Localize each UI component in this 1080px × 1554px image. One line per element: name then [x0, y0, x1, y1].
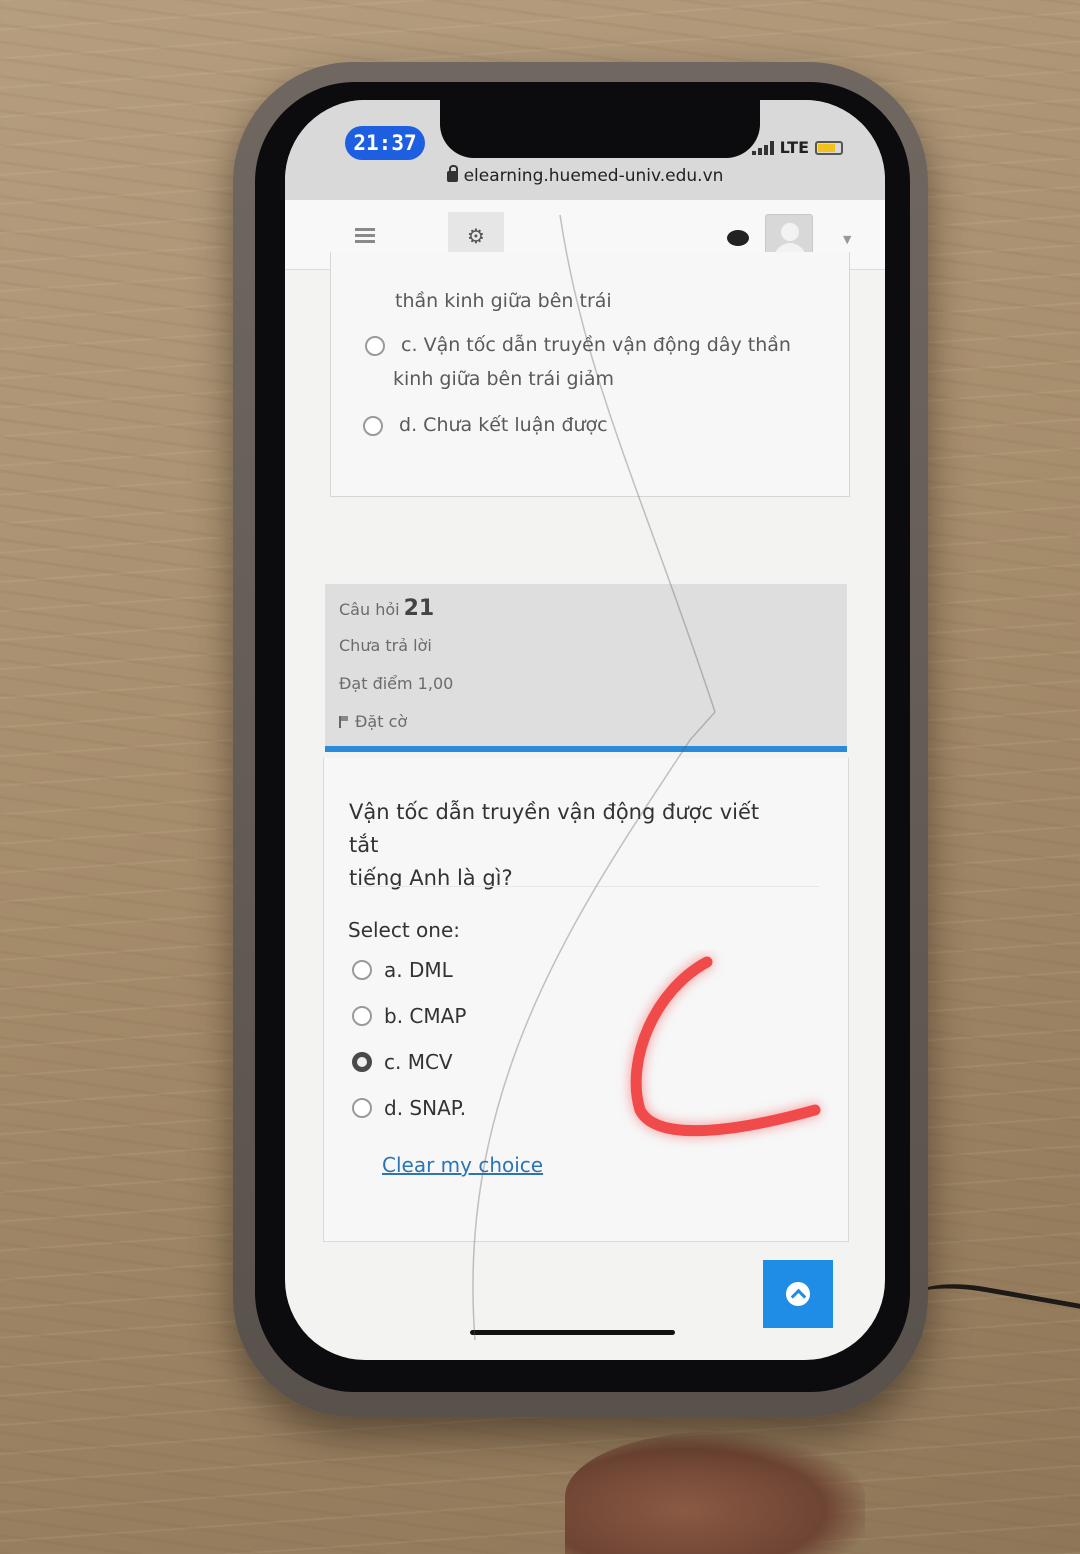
- answer-option-a[interactable]: a. DML: [352, 958, 453, 982]
- back-to-top-button[interactable]: [763, 1260, 833, 1328]
- handwritten-c-annotation: [630, 956, 821, 1137]
- foot-in-photo: [565, 1432, 865, 1554]
- lock-icon: [446, 165, 458, 182]
- home-indicator[interactable]: [470, 1330, 675, 1335]
- prev-option-c-line2: kinh giữa bên trái giảm: [393, 368, 615, 390]
- radio-button[interactable]: [352, 960, 372, 980]
- chevron-up-icon: [786, 1282, 810, 1306]
- phone-notch: [440, 100, 760, 158]
- radio-button-selected[interactable]: [352, 1052, 372, 1072]
- question-number: Câu hỏi 21: [339, 596, 435, 621]
- flag-icon: [339, 716, 348, 728]
- status-indicators: LTE: [751, 138, 843, 157]
- radio-button[interactable]: [352, 1098, 372, 1118]
- status-time: 21:37: [345, 126, 425, 160]
- question-state: Chưa trả lời: [339, 636, 432, 655]
- chevron-down-icon[interactable]: ▼: [843, 233, 851, 246]
- network-type: LTE: [779, 138, 809, 157]
- answer-option-d[interactable]: d. SNAP.: [352, 1096, 466, 1120]
- select-one-label: Select one:: [348, 918, 461, 942]
- url-text: elearning.huemed-univ.edu.vn: [463, 166, 724, 186]
- radio-button[interactable]: [363, 415, 383, 436]
- url-bar[interactable]: elearning.huemed-univ.edu.vn: [285, 165, 885, 186]
- charging-cable: [906, 1274, 1080, 1366]
- prev-option-d[interactable]: d. Chưa kết luận được: [363, 414, 608, 436]
- battery-icon: [815, 140, 843, 155]
- signal-icon: [751, 140, 774, 155]
- radio-button[interactable]: [365, 335, 385, 356]
- phone-screen: 21:37 LTE elearning.huemed-univ.edu.vn ⚙…: [285, 100, 885, 1360]
- question-text: Vận tốc dẫn truyền vận động được viết tắ…: [349, 800, 760, 890]
- question-info-panel: Câu hỏi 21 Chưa trả lời Đạt điểm 1,00 Đặt…: [325, 584, 847, 752]
- prev-option-c[interactable]: c. Vận tốc dẫn truyền vận động dây thần: [365, 334, 791, 356]
- radio-button[interactable]: [352, 1006, 372, 1026]
- clear-choice-link[interactable]: Clear my choice: [382, 1153, 543, 1177]
- answer-option-c[interactable]: c. MCV: [352, 1050, 453, 1074]
- prev-option-b-line2: thần kinh giữa bên trái: [395, 290, 612, 312]
- divider: [349, 886, 819, 887]
- menu-icon[interactable]: [355, 228, 375, 244]
- flag-question-link[interactable]: Đặt cờ: [339, 712, 407, 731]
- answer-option-b[interactable]: b. CMAP: [352, 1004, 466, 1028]
- settings-cog-icon: ⚙: [467, 224, 485, 248]
- question-points: Đạt điểm 1,00: [339, 674, 454, 693]
- messages-icon[interactable]: [727, 230, 749, 246]
